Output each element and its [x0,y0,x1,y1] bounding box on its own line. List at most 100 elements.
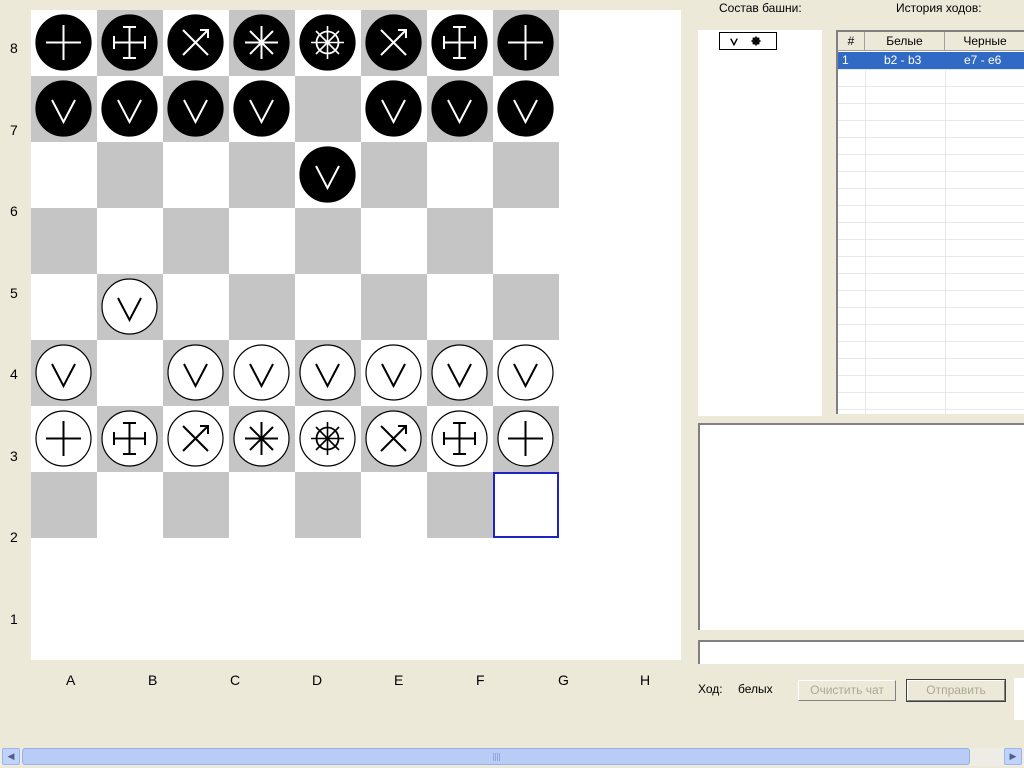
board-square[interactable] [97,472,163,538]
chat-input[interactable] [698,640,1024,664]
white-piece-v[interactable] [497,344,554,401]
black-piece-cross-serif[interactable] [431,14,488,71]
black-piece-v[interactable] [299,146,356,203]
white-piece-v[interactable] [233,344,290,401]
board-square[interactable] [97,604,163,660]
white-piece-v[interactable] [299,344,356,401]
board-square[interactable] [295,538,361,604]
board-square[interactable] [295,274,361,340]
board-square[interactable] [361,142,427,208]
clear-chat-button[interactable]: Очистить чат [798,680,896,701]
board-square[interactable] [427,208,493,274]
rank-label: 8 [10,40,18,56]
black-piece-cross[interactable] [35,14,92,71]
turn-value: белых [738,682,773,696]
board-square[interactable] [295,208,361,274]
history-col-black[interactable]: Черные [945,32,1024,51]
board-square[interactable] [427,604,493,660]
white-piece-cross-serif[interactable] [431,410,488,467]
tower-stack[interactable] [719,32,777,50]
right-panel-edge [1014,678,1024,720]
board-square[interactable] [229,142,295,208]
black-piece-x-arrow[interactable] [167,14,224,71]
board-square[interactable] [493,604,559,660]
white-piece-v[interactable] [35,344,92,401]
board-square[interactable] [31,142,97,208]
board-square[interactable] [493,208,559,274]
history-col-white[interactable]: Белые [865,32,945,51]
board-square[interactable] [427,142,493,208]
board-square[interactable] [427,538,493,604]
white-piece-x-arrow[interactable] [365,410,422,467]
board-square[interactable] [163,472,229,538]
board-square[interactable] [229,472,295,538]
board-square[interactable] [31,472,97,538]
board-square[interactable] [97,538,163,604]
board-square[interactable] [295,76,361,142]
black-piece-cross[interactable] [497,14,554,71]
rank-label: 3 [10,447,18,464]
board-square[interactable] [493,538,559,604]
white-piece-v[interactable] [431,344,488,401]
board-square[interactable] [163,274,229,340]
board-square[interactable] [427,472,493,538]
black-piece-v[interactable] [167,80,224,137]
board-square[interactable] [493,142,559,208]
white-piece-v[interactable] [101,278,158,335]
scrollbar-thumb[interactable] [22,748,970,765]
black-piece-v[interactable] [365,80,422,137]
black-piece-asterisk[interactable] [233,14,290,71]
white-piece-asterisk[interactable] [233,410,290,467]
white-piece-cross[interactable] [497,410,554,467]
arrow-left-icon[interactable]: ◀ [2,748,20,765]
board-square[interactable] [295,472,361,538]
board-square[interactable] [295,604,361,660]
white-piece-wheel[interactable] [299,410,356,467]
board-square[interactable] [31,274,97,340]
black-piece-v[interactable] [35,80,92,137]
board-square[interactable] [493,274,559,340]
black-piece-v[interactable] [233,80,290,137]
white-piece-x-arrow[interactable] [167,410,224,467]
board-square[interactable] [229,604,295,660]
board-square[interactable] [361,274,427,340]
history-col-num[interactable]: # [838,32,865,51]
board-square[interactable] [163,208,229,274]
arrow-right-icon[interactable]: ▶ [1004,748,1022,765]
board-square[interactable] [97,208,163,274]
black-piece-v[interactable] [101,80,158,137]
board-square[interactable] [163,142,229,208]
black-piece-v[interactable] [497,80,554,137]
board-square[interactable] [31,208,97,274]
black-piece-cross-serif[interactable] [101,14,158,71]
board-square[interactable] [229,538,295,604]
board-square[interactable] [427,274,493,340]
board-square[interactable] [229,208,295,274]
black-piece-wheel[interactable] [299,14,356,71]
horizontal-scrollbar[interactable]: ◀ ▶ [0,748,1024,766]
board-square[interactable] [361,472,427,538]
board-square[interactable] [97,340,163,406]
black-piece-x-arrow[interactable] [365,14,422,71]
game-board[interactable] [31,10,681,660]
board-square[interactable] [361,538,427,604]
white-piece-v[interactable] [365,344,422,401]
white-piece-cross[interactable] [35,410,92,467]
move-history-table[interactable]: # Белые Черные 1 b2 - b3 e7 - e6 [836,30,1024,414]
white-piece-cross-serif[interactable] [101,410,158,467]
file-label: F [476,672,485,688]
board-square[interactable] [31,538,97,604]
white-piece-v[interactable] [167,344,224,401]
chat-log[interactable] [698,423,1024,630]
history-row[interactable]: 1 b2 - b3 e7 - e6 [838,52,1024,69]
board-square[interactable] [31,604,97,660]
black-piece-v[interactable] [431,80,488,137]
board-square[interactable] [163,538,229,604]
send-button[interactable]: Отправить [906,679,1006,702]
board-square[interactable] [229,274,295,340]
board-square[interactable] [97,142,163,208]
board-square[interactable] [361,208,427,274]
tower-wheel-icon [751,36,761,46]
board-square[interactable] [361,604,427,660]
board-square[interactable] [163,604,229,660]
